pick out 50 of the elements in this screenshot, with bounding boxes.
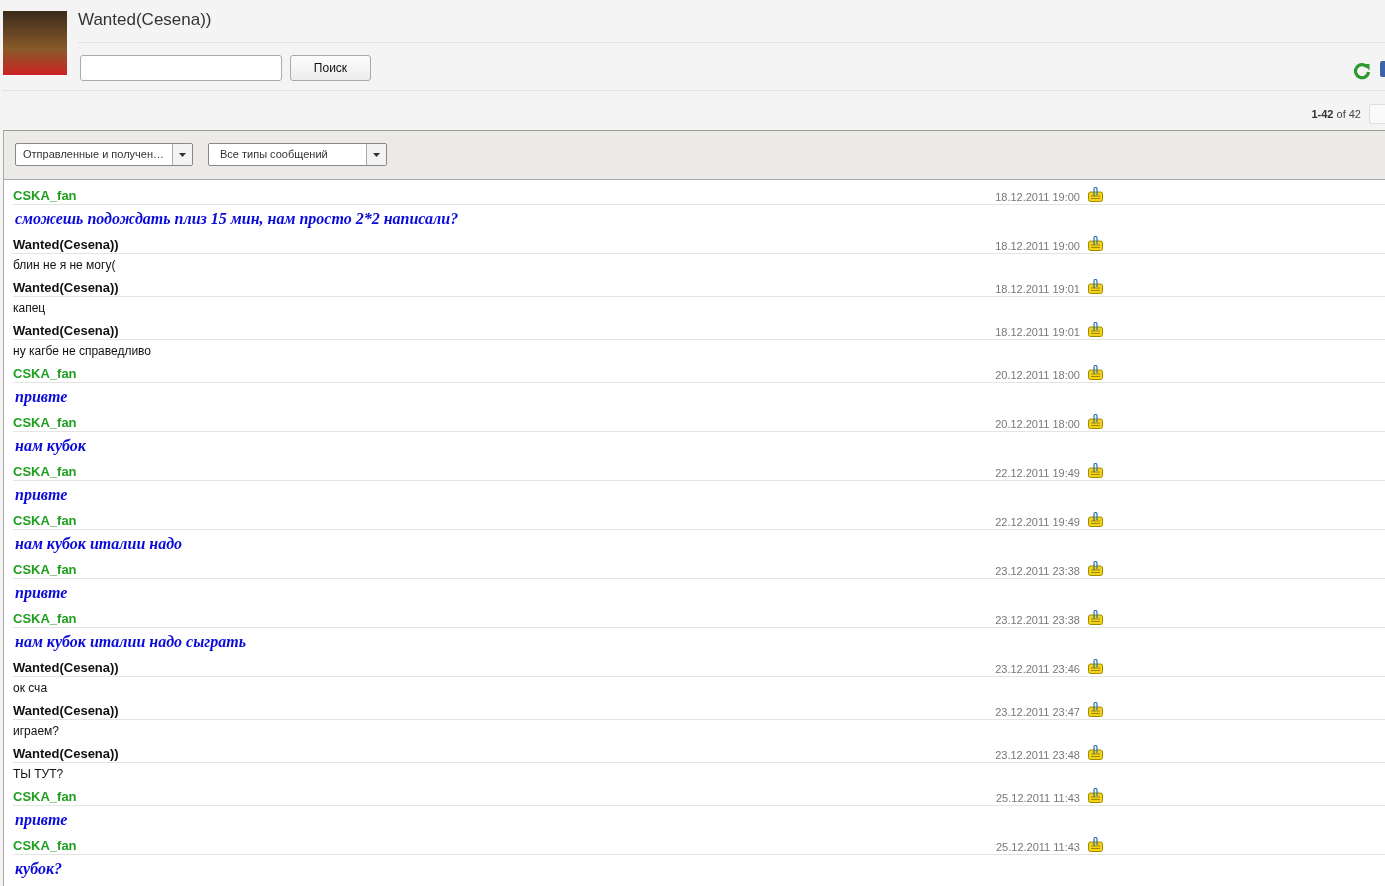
page-range: 1-42 of 42 — [1311, 108, 1361, 120]
message-author: CSKA_fan — [13, 561, 77, 578]
message-text: привте — [14, 809, 69, 831]
message-time: 23.12.2011 23:46 — [995, 661, 1080, 676]
message-text: ок сча — [13, 679, 49, 697]
message-text: ну кагбе не справедливо — [13, 342, 153, 360]
message-author: CSKA_fan — [13, 365, 77, 382]
contact-name: Wanted(Cesena)) — [78, 11, 1385, 43]
message-author: Wanted(Cesena)) — [13, 279, 119, 296]
message-author: CSKA_fan — [13, 414, 77, 431]
message-text: капец — [13, 299, 47, 317]
message-text: привте — [14, 484, 69, 506]
message-text: нам кубок — [14, 435, 87, 457]
message-time: 18.12.2011 19:01 — [995, 324, 1080, 339]
message-author: Wanted(Cesena)) — [13, 322, 119, 339]
filter-dropdown[interactable]: Все типы сообщений — [208, 143, 387, 167]
message-author: CSKA_fan — [13, 463, 77, 480]
message-text: играем? — [13, 722, 61, 740]
message-text: привте — [14, 582, 69, 604]
message-time: 20.12.2011 18:00 — [995, 367, 1080, 382]
message-time: 18.12.2011 19:00 — [995, 238, 1080, 253]
message-text: ТЫ ТУТ? — [13, 765, 65, 783]
message-author: CSKA_fan — [13, 187, 77, 204]
message-author: CSKA_fan — [13, 837, 77, 854]
message-time: 22.12.2011 19:49 — [995, 514, 1080, 529]
message-author: Wanted(Cesena)) — [13, 236, 119, 253]
message-author: Wanted(Cesena)) — [13, 659, 119, 676]
message-time: 22.12.2011 19:49 — [995, 465, 1080, 480]
message-text: блин не я не могу( — [13, 256, 117, 274]
message-time: 23.12.2011 23:38 — [995, 612, 1080, 627]
message-text: привте — [14, 386, 69, 408]
message-time: 18.12.2011 19:00 — [995, 189, 1080, 204]
message-time: 25.12.2011 11:43 — [996, 839, 1080, 854]
message-author: CSKA_fan — [13, 512, 77, 529]
message-text: сможешь подождать плиз 15 мин, нам просто 2*2 написали? — [14, 208, 460, 230]
search-button[interactable]: Поиск — [290, 55, 371, 81]
message-time: 18.12.2011 19:01 — [995, 281, 1080, 296]
message-time: 23.12.2011 23:47 — [995, 704, 1080, 719]
filter-dropdown[interactable]: Отправленные и получен… — [15, 143, 193, 167]
message-time: 23.12.2011 23:38 — [995, 563, 1080, 578]
message-text: нам кубок италии надо сыграть — [14, 631, 247, 653]
message-author: CSKA_fan — [13, 610, 77, 627]
message-text: кубок? — [14, 858, 64, 880]
message-time: 20.12.2011 18:00 — [995, 416, 1080, 431]
message-time: 25.12.2011 11:43 — [996, 790, 1080, 805]
message-time: 23.12.2011 23:48 — [995, 747, 1080, 762]
message-author: CSKA_fan — [13, 788, 77, 805]
message-author: Wanted(Cesena)) — [13, 745, 119, 762]
message-text: нам кубок италии надо — [14, 533, 184, 555]
message-author: Wanted(Cesena)) — [13, 702, 119, 719]
